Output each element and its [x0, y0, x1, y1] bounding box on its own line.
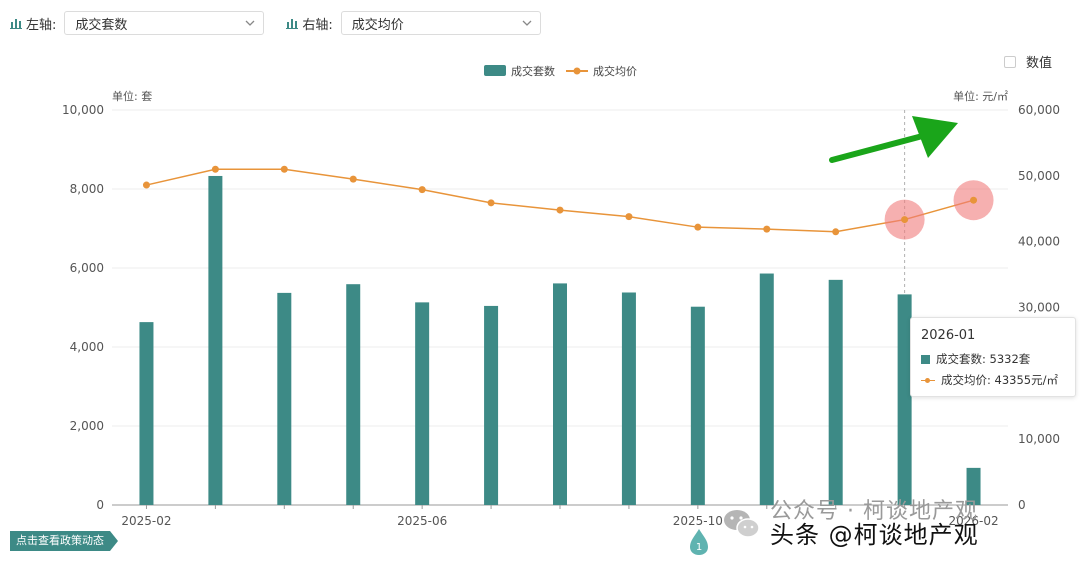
- left-axis-tick-label: 6,000: [70, 261, 104, 275]
- bar-2025-12[interactable]: [828, 279, 843, 505]
- price-point-2025-09[interactable]: [625, 213, 633, 221]
- bar-2025-03[interactable]: [208, 175, 223, 505]
- right-axis-tick-label: 10,000: [1018, 432, 1060, 446]
- price-line: [146, 168, 974, 233]
- price-point-2025-12[interactable]: [832, 228, 840, 236]
- trend-arrow-icon: [829, 116, 958, 163]
- right-axis-unit: 单位: 元/㎡: [953, 89, 1008, 103]
- tooltip-row-volume: 成交套数: 5332套: [921, 351, 1075, 367]
- left-axis-tick-label: 0: [96, 498, 104, 512]
- legend-line-dot: [573, 67, 581, 75]
- bar-2025-11[interactable]: [759, 273, 774, 505]
- bar-2025-09[interactable]: [621, 292, 636, 505]
- price-point-2025-07[interactable]: [487, 199, 495, 207]
- event-marker-pin[interactable]: 1: [688, 528, 710, 556]
- watermark-source: 公众号 · 柯谈地产观: [770, 499, 978, 524]
- bar-2025-05[interactable]: [346, 284, 361, 505]
- tooltip-volume-text: 成交套数: 5332套: [936, 352, 1031, 366]
- left-axis-tick-label: 4,000: [70, 340, 104, 354]
- left-axis-tick-label: 2,000: [70, 419, 104, 433]
- right-axis-tick-label: 60,000: [1018, 103, 1060, 117]
- x-axis-tick-label: 2025-06: [397, 514, 447, 528]
- right-axis-tick-label: 40,000: [1018, 235, 1060, 249]
- tooltip-line-swatch: [921, 376, 935, 385]
- bar-series: [139, 175, 981, 505]
- bar-2025-02[interactable]: [139, 322, 154, 505]
- price-point-2025-08[interactable]: [556, 206, 564, 214]
- legend[interactable]: 成交套数 成交均价: [484, 64, 637, 78]
- policy-button[interactable]: 点击查看政策动态: [10, 531, 118, 551]
- watermark-account: 头条 @柯谈地产观: [770, 521, 979, 550]
- wechat-icon: [724, 510, 760, 538]
- bar-2025-04[interactable]: [277, 292, 292, 505]
- tooltip-price-text: 成交均价: 43355元/㎡: [941, 373, 1058, 387]
- bar-2025-06[interactable]: [415, 302, 430, 505]
- chart-canvas: 02,0004,0006,0008,00010,000010,00020,000…: [62, 64, 1060, 528]
- legend-line-label[interactable]: 成交均价: [593, 64, 637, 78]
- watermark: 公众号 · 柯谈地产观 头条 @柯谈地产观: [722, 500, 979, 548]
- right-axis-tick-label: 30,000: [1018, 301, 1060, 315]
- right-axis-tick-label: 50,000: [1018, 169, 1060, 183]
- tooltip-title: 2026-01: [921, 328, 976, 343]
- price-point-2026-02[interactable]: [970, 196, 978, 204]
- legend-bar-swatch: [484, 65, 506, 76]
- price-point-2025-03[interactable]: [211, 165, 219, 173]
- price-point-2025-11[interactable]: [763, 225, 771, 233]
- tooltip-row-price: 成交均价: 43355元/㎡: [921, 372, 1075, 388]
- data-tooltip: 2026-01 成交套数: 5332套 成交均价: 43355元/㎡: [910, 317, 1076, 397]
- price-point-2026-01[interactable]: [901, 216, 909, 224]
- price-point-2025-02[interactable]: [142, 181, 150, 189]
- bar-2025-08[interactable]: [553, 283, 567, 505]
- bar-2025-10[interactable]: [690, 306, 705, 505]
- left-axis-unit: 单位: 套: [112, 89, 152, 103]
- left-axis-tick-label: 10,000: [62, 103, 104, 117]
- x-axis-tick-label: 2025-02: [121, 514, 171, 528]
- price-point-2025-10[interactable]: [694, 223, 702, 231]
- right-axis-tick-label: 0: [1018, 498, 1026, 512]
- tooltip-bar-swatch: [921, 354, 930, 364]
- price-point-2025-06[interactable]: [418, 186, 426, 194]
- legend-bar-label[interactable]: 成交套数: [511, 64, 555, 78]
- price-point-2025-04[interactable]: [280, 165, 288, 173]
- watermark-text: 公众号 · 柯谈地产观 头条 @柯谈地产观: [770, 500, 979, 548]
- bar-2025-07[interactable]: [484, 305, 499, 505]
- event-marker-label: 1: [696, 542, 702, 553]
- line-series: [142, 165, 994, 240]
- x-axis-tick-label: 2025-10: [673, 514, 723, 528]
- left-axis-tick-label: 8,000: [70, 182, 104, 196]
- price-point-2025-05[interactable]: [349, 175, 357, 183]
